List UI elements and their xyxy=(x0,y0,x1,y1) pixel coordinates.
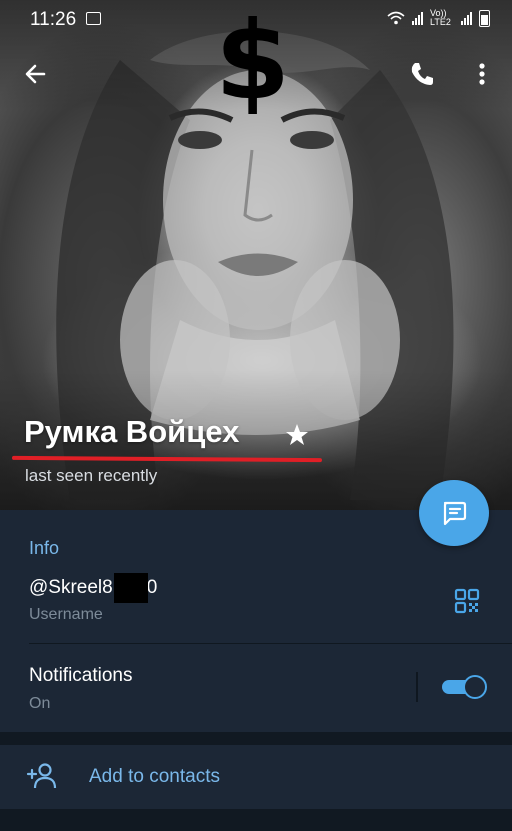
dollar-overlay: $ xyxy=(215,0,291,124)
network-label: Vo)) LTE2 xyxy=(430,8,451,27)
contact-name: Румка Войцех xyxy=(24,414,240,449)
more-vertical-icon[interactable] xyxy=(468,58,496,90)
battery-icon xyxy=(479,9,490,27)
notifications-toggle[interactable] xyxy=(442,675,487,699)
add-to-contacts-button[interactable]: Add to contacts xyxy=(0,745,512,809)
info-section: Info @Skreel8 0 Username Notifications On xyxy=(0,510,512,732)
add-user-icon xyxy=(26,763,57,789)
last-seen-status: last seen recently xyxy=(25,466,158,485)
bottom-strip xyxy=(0,809,512,831)
notifications-value: On xyxy=(29,695,51,712)
signal-icon-2 xyxy=(461,11,472,25)
wifi-icon xyxy=(387,11,405,25)
image-notification-icon xyxy=(86,12,101,25)
username-label: Username xyxy=(29,606,103,623)
info-section-title: Info xyxy=(29,538,60,558)
status-icons: Vo)) LTE2 xyxy=(387,9,490,27)
notifications-label: Notifications xyxy=(29,665,133,686)
phone-icon[interactable] xyxy=(406,58,438,90)
add-to-contacts-label: Add to contacts xyxy=(89,766,220,787)
username-suffix: 0 xyxy=(146,577,158,598)
toggle-knob xyxy=(463,675,487,699)
signal-icon xyxy=(412,11,423,25)
qr-code-icon[interactable] xyxy=(454,588,480,614)
section-gap xyxy=(0,732,512,745)
status-time: 11:26 xyxy=(30,9,77,30)
redaction-box xyxy=(114,573,148,603)
arrow-left-icon[interactable] xyxy=(20,58,52,90)
send-message-button[interactable] xyxy=(419,480,489,546)
vertical-separator xyxy=(416,672,418,702)
divider xyxy=(29,643,512,644)
star-icon xyxy=(286,424,308,445)
message-icon xyxy=(443,501,467,526)
username-text: @Skreel8 xyxy=(29,577,113,598)
